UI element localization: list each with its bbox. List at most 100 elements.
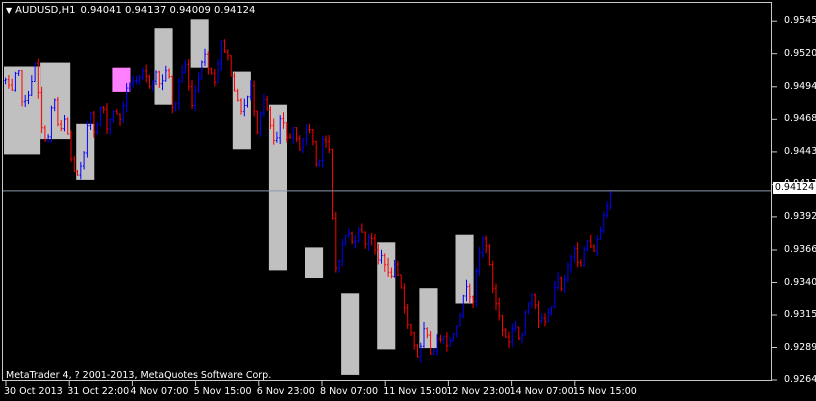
session-box bbox=[268, 104, 287, 271]
price-axis-label: 0.95200 bbox=[784, 47, 816, 59]
ohlc-bar bbox=[210, 67, 213, 75]
ohlc-bar bbox=[357, 226, 360, 243]
ohlc-bar bbox=[145, 64, 148, 83]
ohlc-bar bbox=[507, 331, 511, 349]
ohlc-bar bbox=[321, 135, 324, 168]
session-box bbox=[305, 247, 324, 278]
current-price-tag: 0.94124 bbox=[773, 182, 816, 194]
dropdown-arrow-icon[interactable]: ▼ bbox=[6, 6, 12, 15]
ohlc-bar bbox=[494, 283, 498, 311]
session-box bbox=[154, 28, 173, 105]
ohlc-bar bbox=[99, 106, 102, 127]
ohlc-bar bbox=[360, 223, 364, 233]
ohlc-bar bbox=[122, 101, 125, 124]
ohlc-bar bbox=[504, 327, 507, 338]
price-axis-label: 0.94430 bbox=[784, 145, 816, 157]
ohlc-bar bbox=[537, 300, 540, 328]
price-axis-label: 0.93660 bbox=[784, 244, 816, 255]
price-chart[interactable] bbox=[0, 0, 816, 401]
ohlc-bar bbox=[256, 110, 259, 135]
ohlc-bar bbox=[530, 293, 534, 308]
price-axis-label: 0.94685 bbox=[784, 113, 816, 125]
ohlc-bar bbox=[534, 293, 537, 310]
ohlc-bar bbox=[605, 201, 609, 219]
ohlc-bar bbox=[566, 262, 570, 283]
ohlc-bar bbox=[452, 333, 455, 342]
ohlc-bar bbox=[403, 283, 406, 314]
ohlc-bar bbox=[364, 231, 367, 249]
ohlc-bar bbox=[560, 276, 563, 292]
ohlc-bar bbox=[478, 246, 481, 276]
ohlc-bar bbox=[439, 334, 442, 343]
ohlc-bar bbox=[488, 244, 491, 266]
ohlc-bar bbox=[491, 260, 494, 294]
ohlc-bar bbox=[259, 111, 262, 137]
ohlc-bar bbox=[556, 271, 560, 291]
ohlc-bar bbox=[148, 74, 151, 89]
ohlc-bar bbox=[109, 118, 112, 135]
ohlc-bar bbox=[301, 137, 305, 153]
ohlc-bar bbox=[308, 123, 311, 134]
ohlc-values: 0.94041 0.94137 0.94009 0.94124 bbox=[80, 4, 256, 16]
ohlc-bar bbox=[563, 274, 566, 293]
ohlc-bar bbox=[586, 240, 589, 252]
ohlc-bar bbox=[553, 280, 556, 309]
ohlc-bar bbox=[328, 134, 331, 154]
ohlc-bar bbox=[367, 234, 370, 251]
ohlc-bar bbox=[347, 228, 351, 239]
ohlc-bar bbox=[517, 326, 520, 341]
ohlc-bar bbox=[475, 267, 478, 307]
ohlc-bar bbox=[543, 313, 547, 327]
time-axis-label: 4 Nov 07:00 bbox=[130, 386, 189, 397]
time-axis-label: 30 Oct 2013 bbox=[4, 386, 63, 397]
ohlc-bar bbox=[223, 39, 226, 53]
price-axis-label: 0.93405 bbox=[784, 276, 816, 288]
ohlc-bar bbox=[409, 323, 413, 337]
ohlc-bar bbox=[609, 190, 612, 210]
ohlc-bar bbox=[602, 211, 605, 233]
time-axis-label: 31 Oct 22:00 bbox=[67, 386, 130, 397]
chart-header: ▼ AUDUSD,H1 0.94041 0.94137 0.94009 0.94… bbox=[6, 3, 255, 17]
ohlc-bar bbox=[442, 335, 445, 344]
ohlc-bar bbox=[318, 159, 321, 168]
copyright-text: MetaTrader 4, ? 2001-2013, MetaQuotes So… bbox=[6, 370, 272, 381]
ohlc-bar bbox=[298, 135, 301, 151]
ohlc-bar bbox=[230, 55, 233, 77]
ohlc-bar bbox=[194, 85, 197, 111]
ohlc-bar bbox=[138, 74, 141, 85]
ohlc-bar bbox=[511, 323, 514, 348]
ohlc-bar bbox=[220, 40, 223, 71]
ohlc-bar bbox=[514, 320, 517, 333]
ohlc-bar bbox=[105, 103, 109, 134]
ohlc-bar bbox=[406, 303, 409, 329]
session-box bbox=[232, 71, 251, 150]
ohlc-bar bbox=[96, 121, 99, 135]
time-axis-label: 5 Nov 15:00 bbox=[193, 386, 252, 397]
ohlc-bar bbox=[174, 101, 177, 112]
ohlc-bar bbox=[213, 69, 216, 87]
ohlc-bar bbox=[599, 226, 602, 240]
ohlc-bar bbox=[337, 259, 341, 274]
ohlc-bar bbox=[370, 232, 373, 246]
ohlc-bar bbox=[527, 302, 530, 315]
ohlc-bar bbox=[485, 235, 488, 254]
ohlc-bar bbox=[350, 231, 354, 245]
session-box bbox=[76, 123, 95, 180]
ohlc-bar bbox=[118, 113, 122, 126]
ohlc-bar bbox=[524, 310, 527, 336]
ohlc-bar bbox=[184, 59, 187, 74]
chart-window[interactable]: ▼ AUDUSD,H1 0.94041 0.94137 0.94009 0.94… bbox=[0, 0, 816, 401]
time-axis-label: 6 Nov 23:00 bbox=[256, 386, 315, 397]
ohlc-bar bbox=[265, 96, 269, 111]
ohlc-bar bbox=[115, 109, 118, 115]
ohlc-bar bbox=[354, 234, 357, 249]
ohlc-bar bbox=[576, 242, 579, 268]
ohlc-bar bbox=[295, 127, 298, 142]
session-box bbox=[419, 288, 438, 349]
ohlc-bar bbox=[400, 274, 403, 289]
ohlc-bar bbox=[131, 75, 135, 88]
ohlc-bar bbox=[583, 246, 586, 267]
ohlc-bar bbox=[445, 332, 449, 352]
ohlc-bar bbox=[151, 80, 154, 92]
price-axis-label: 0.95455 bbox=[784, 15, 816, 27]
